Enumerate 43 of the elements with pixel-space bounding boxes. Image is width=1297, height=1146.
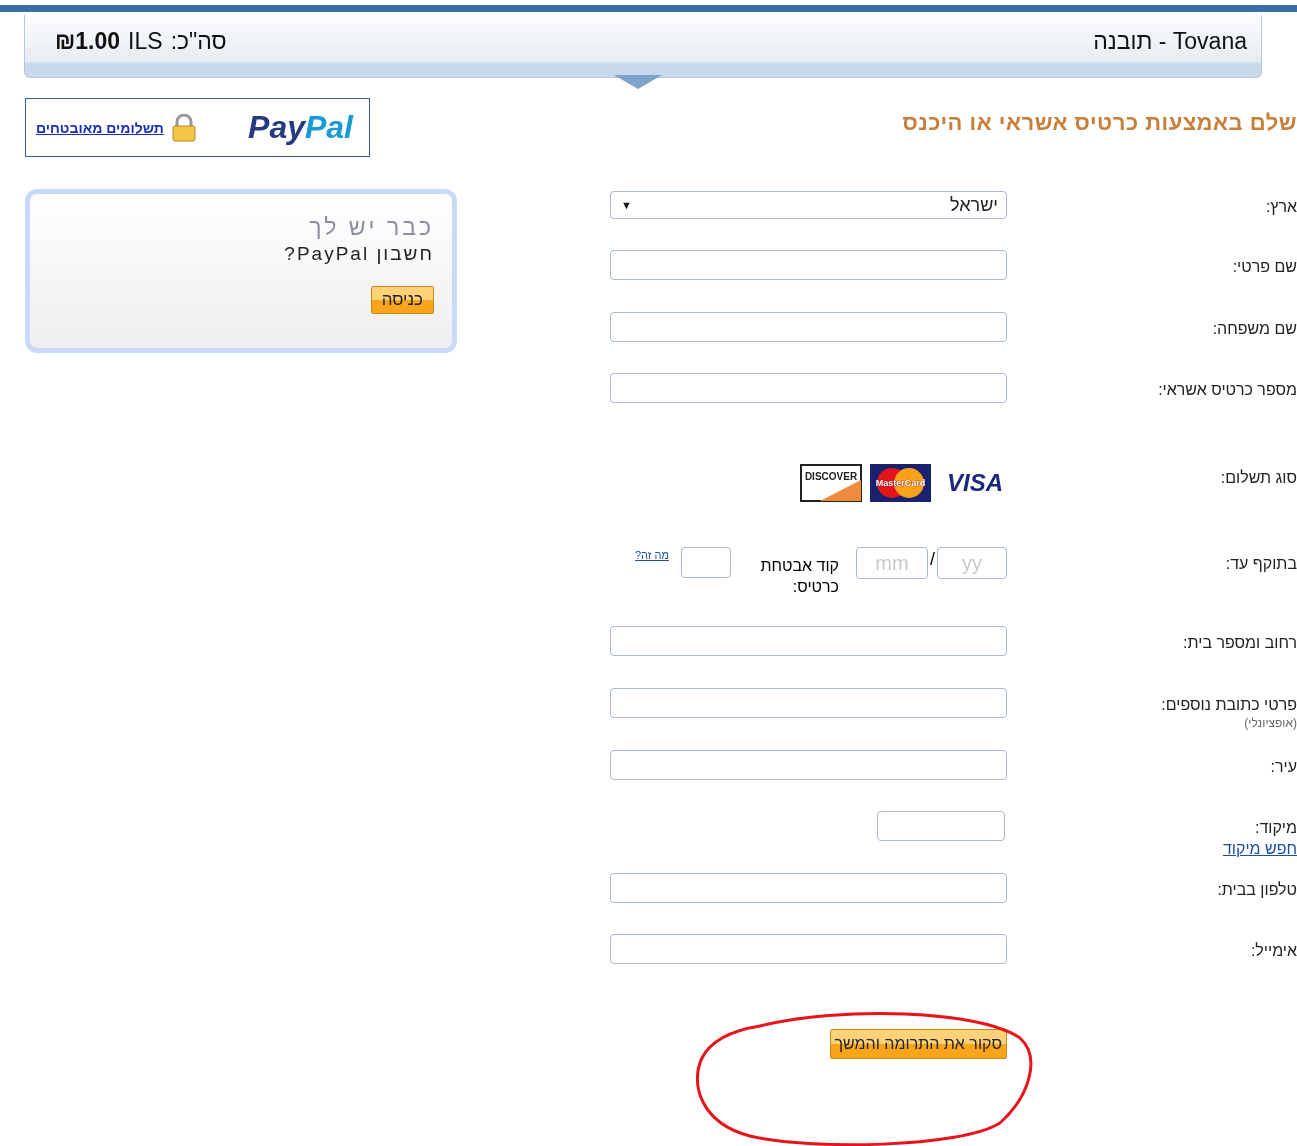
card-brand-logo: VISA xyxy=(946,468,1004,498)
input-field[interactable] xyxy=(610,312,1007,342)
store-title: Tovana - תובנה xyxy=(1093,28,1247,55)
find-zip-link[interactable]: חפש מיקוד xyxy=(1222,840,1297,858)
review-continue-button[interactable]: סקור את התרומה והמשך xyxy=(829,1029,1007,1059)
what-is-this-link[interactable]: מה זה? xyxy=(634,549,669,561)
input-field[interactable] xyxy=(610,626,1007,656)
input-field[interactable] xyxy=(610,373,1007,403)
field-label: מספר כרטיס אשראי: xyxy=(1158,381,1297,399)
security-code-label: קוד אבטחת כרטיס: xyxy=(759,556,839,597)
field-label: שם משפחה: xyxy=(1212,320,1297,338)
field-label: אימייל: xyxy=(1250,942,1297,960)
field-label: בתוקף עד: xyxy=(1225,555,1297,573)
field-label: פרטי כתובת נוספים: xyxy=(1161,696,1297,714)
input-field[interactable] xyxy=(610,688,1007,718)
field-label: רחוב ומספר בית: xyxy=(1183,634,1297,652)
field-label: עיר: xyxy=(1270,758,1297,776)
input-field[interactable] xyxy=(610,750,1007,780)
total-amount: ₪1.00 xyxy=(55,28,121,55)
optional-note: (אופציונלי) xyxy=(1244,716,1297,730)
input-field[interactable] xyxy=(610,873,1007,903)
field-label: טלפון בבית: xyxy=(1217,881,1297,899)
field-label: סוג תשלום: xyxy=(1220,469,1297,487)
padlock-icon xyxy=(171,113,196,142)
currency-code: ILS xyxy=(128,28,163,55)
form-heading: שלם באמצעות כרטיס אשראי או היכנס xyxy=(901,110,1297,137)
secure-payments-link[interactable]: תשלומים מאובטחים xyxy=(36,119,164,136)
input-field[interactable] xyxy=(610,250,1007,280)
card-brand-icon: DISCOVER xyxy=(800,464,862,502)
field-label: ארץ: xyxy=(1265,198,1297,216)
field-label: שם פרטי: xyxy=(1232,258,1297,276)
security-code-field[interactable] xyxy=(681,547,731,578)
login-prompt-account: חשבון PayPal? xyxy=(283,243,434,265)
zip-field[interactable] xyxy=(877,811,1005,841)
paypal-logo: PayPal xyxy=(248,109,353,146)
country-dropdown[interactable]: ישראל ▼ xyxy=(610,191,1007,219)
down-arrow-icon xyxy=(614,75,662,89)
total-label: סה"כ: xyxy=(170,28,227,55)
login-prompt: כבר יש לך xyxy=(308,214,434,241)
login-button[interactable]: כניסה xyxy=(370,286,434,314)
input-field[interactable] xyxy=(610,934,1007,964)
field-label: מיקוד: xyxy=(1254,819,1297,837)
slash-separator: / xyxy=(930,549,935,570)
